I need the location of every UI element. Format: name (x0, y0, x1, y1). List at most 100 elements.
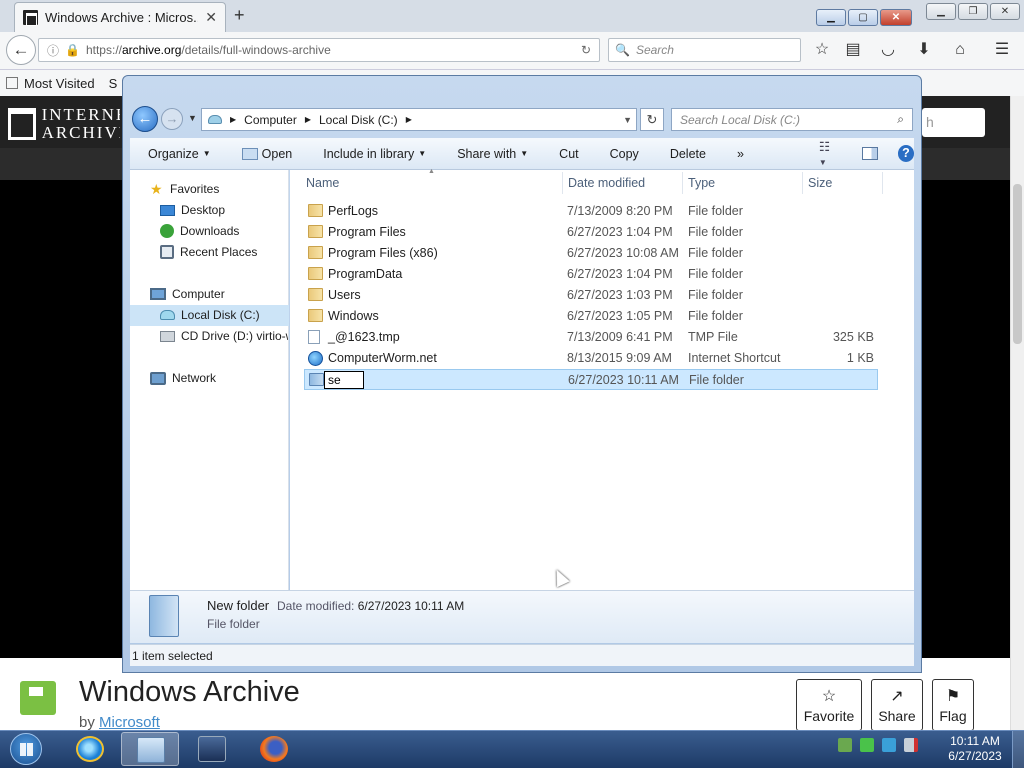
software-icon (20, 681, 56, 715)
share-icon: ↗ (890, 688, 904, 705)
preview-pane-icon[interactable] (862, 147, 878, 160)
file-name: Program Files (328, 225, 406, 239)
file-date: 7/13/2009 6:41 PM (567, 330, 673, 344)
page-scrollbar-thumb[interactable] (1013, 184, 1022, 344)
share-with-button[interactable]: Share with ▼ (457, 147, 528, 161)
author-link[interactable]: Microsoft (99, 714, 160, 731)
url-bar[interactable]: ⓘ 🔒 https://archive.org/details/full-win… (38, 38, 600, 62)
breadcrumb-sep-icon[interactable]: ▶ (230, 115, 236, 124)
reload-icon[interactable]: ↻ (581, 43, 591, 57)
info-icon[interactable]: ⓘ (47, 42, 59, 59)
network-icon (150, 371, 166, 385)
table-row-new-folder[interactable]: 6/27/2023 10:11 AM File folder (304, 369, 878, 390)
status-text: 1 item selected (132, 649, 213, 663)
cut-button[interactable]: Cut (559, 147, 578, 161)
taskbar-ie[interactable] (61, 732, 119, 766)
table-row[interactable]: ComputerWorm.net 8/13/2015 9:09 AM Interne… (304, 348, 878, 369)
bookmark-most-visited[interactable]: Most Visited (24, 76, 95, 91)
explorer-forward-button[interactable]: → (161, 108, 183, 130)
column-type[interactable]: Type (688, 176, 715, 190)
table-row[interactable]: Users 6/27/2023 1:03 PM File folder (304, 285, 878, 306)
browser-back-button[interactable]: ← (6, 35, 36, 65)
explorer-search-input[interactable]: Search Local Disk (C:) ⌕ (671, 108, 913, 131)
more-commands-button[interactable]: » (737, 147, 744, 161)
folder-icon (308, 225, 323, 238)
favorite-button[interactable]: ☆ Favorite (796, 679, 862, 731)
share-button[interactable]: ↗ Share (871, 679, 923, 731)
tray-volume-muted-icon[interactable] (904, 738, 918, 752)
column-name[interactable]: Name (306, 176, 339, 190)
explorer-address-bar[interactable]: ▶ Computer ▶ Local Disk (C:) ▶ ▼ (201, 108, 637, 131)
tray-network-icon[interactable] (838, 738, 852, 752)
explorer-back-button[interactable]: ← (132, 106, 158, 132)
nav-network[interactable]: Network (150, 371, 216, 385)
breadcrumb-local-disk[interactable]: Local Disk (C:) (319, 113, 398, 127)
file-date: 6/27/2023 1:04 PM (567, 267, 673, 281)
recent-pages-icon[interactable]: ▼ (188, 113, 197, 123)
explorer-refresh-button[interactable]: ↻ (640, 108, 664, 131)
start-button[interactable] (10, 733, 42, 765)
address-dropdown-icon[interactable]: ▼ (623, 115, 632, 125)
page-scrollbar[interactable] (1010, 96, 1024, 730)
table-row[interactable]: Windows 6/27/2023 1:05 PM File folder (304, 306, 878, 327)
downloads-icon[interactable]: ⬇ (914, 40, 934, 60)
flag-button[interactable]: ⚑ Flag (932, 679, 974, 731)
view-options-icon[interactable]: ☷ ▼ (819, 139, 841, 168)
taskbar-clock[interactable]: 10:11 AM 6/27/2023 (940, 734, 1010, 764)
table-row[interactable]: Program Files 6/27/2023 1:04 PM File folde… (304, 222, 878, 243)
new-tab-icon[interactable]: + (234, 5, 245, 26)
file-date: 6/27/2023 10:08 AM (567, 246, 679, 260)
most-visited-icon (6, 77, 18, 89)
column-size[interactable]: Size (808, 176, 832, 190)
tray-flag-icon[interactable] (860, 738, 874, 752)
close-tab-icon[interactable]: ✕ (205, 9, 217, 26)
reading-list-icon[interactable]: ▤ (843, 40, 863, 60)
home-icon[interactable]: ⌂ (950, 40, 970, 60)
show-desktop-button[interactable] (1012, 731, 1024, 768)
browser-minimize-button[interactable]: ▁ (926, 3, 956, 20)
taskbar-firefox[interactable] (245, 732, 303, 766)
nav-cd-drive[interactable]: CD Drive (D:) virtio-w (160, 329, 288, 343)
rename-input[interactable] (324, 371, 364, 389)
nav-desktop[interactable]: Desktop (160, 203, 225, 217)
taskbar-explorer[interactable] (121, 732, 179, 766)
breadcrumb-sep-icon[interactable]: ▶ (305, 115, 311, 124)
nav-favorites[interactable]: ★ Favorites (150, 182, 219, 196)
explorer-close-button[interactable]: ✕ (880, 9, 912, 26)
table-row[interactable]: _@1623.tmp 7/13/2009 6:41 PM TMP File 325 K… (304, 327, 878, 348)
open-button[interactable]: Open (241, 147, 292, 161)
table-row[interactable]: Program Files (x86) 6/27/2023 10:08 AM Fil… (304, 243, 878, 264)
help-icon[interactable]: ? (897, 145, 914, 162)
file-date: 6/27/2023 1:03 PM (567, 288, 673, 302)
browser-search-input[interactable]: 🔍 Search (608, 38, 801, 62)
pocket-icon[interactable]: ◡ (878, 40, 898, 60)
nav-local-disk[interactable]: Local Disk (C:) (160, 308, 260, 322)
table-row[interactable]: PerfLogs 7/13/2009 8:20 PM File folder (304, 201, 878, 222)
browser-tab[interactable]: Windows Archive : Micros... ✕ (14, 2, 226, 32)
archive-search-input[interactable]: h (922, 108, 985, 137)
details-type: File folder (207, 617, 260, 631)
organize-button[interactable]: Organize ▼ (148, 147, 211, 161)
table-row[interactable]: ProgramData 6/27/2023 1:04 PM File folder (304, 264, 878, 285)
nav-recent-places[interactable]: Recent Places (160, 245, 257, 259)
folder-icon (308, 309, 323, 322)
delete-button[interactable]: Delete (670, 147, 706, 161)
column-date[interactable]: Date modified (568, 176, 645, 190)
archive-logo[interactable]: INTERNET ARCHIVE (8, 104, 120, 144)
bookmark-star-icon[interactable]: ☆ (812, 40, 832, 60)
breadcrumb-computer[interactable]: Computer (244, 113, 297, 127)
include-in-library-button[interactable]: Include in library ▼ (323, 147, 426, 161)
bookmark-second[interactable]: S (109, 76, 118, 91)
menu-icon[interactable]: ☰ (992, 40, 1012, 60)
taskbar-media-player[interactable] (183, 732, 241, 766)
nav-computer[interactable]: Computer (150, 287, 225, 301)
browser-restore-button[interactable]: ❐ (958, 3, 988, 20)
by-label: by (79, 714, 95, 731)
breadcrumb-sep-icon[interactable]: ▶ (406, 115, 412, 124)
copy-button[interactable]: Copy (610, 147, 639, 161)
explorer-minimize-button[interactable]: ▁ (816, 9, 846, 26)
tray-monitor-icon[interactable] (882, 738, 896, 752)
explorer-maximize-button[interactable]: ▢ (848, 9, 878, 26)
browser-close-button[interactable]: ✕ (990, 3, 1020, 20)
nav-downloads[interactable]: Downloads (160, 224, 239, 238)
